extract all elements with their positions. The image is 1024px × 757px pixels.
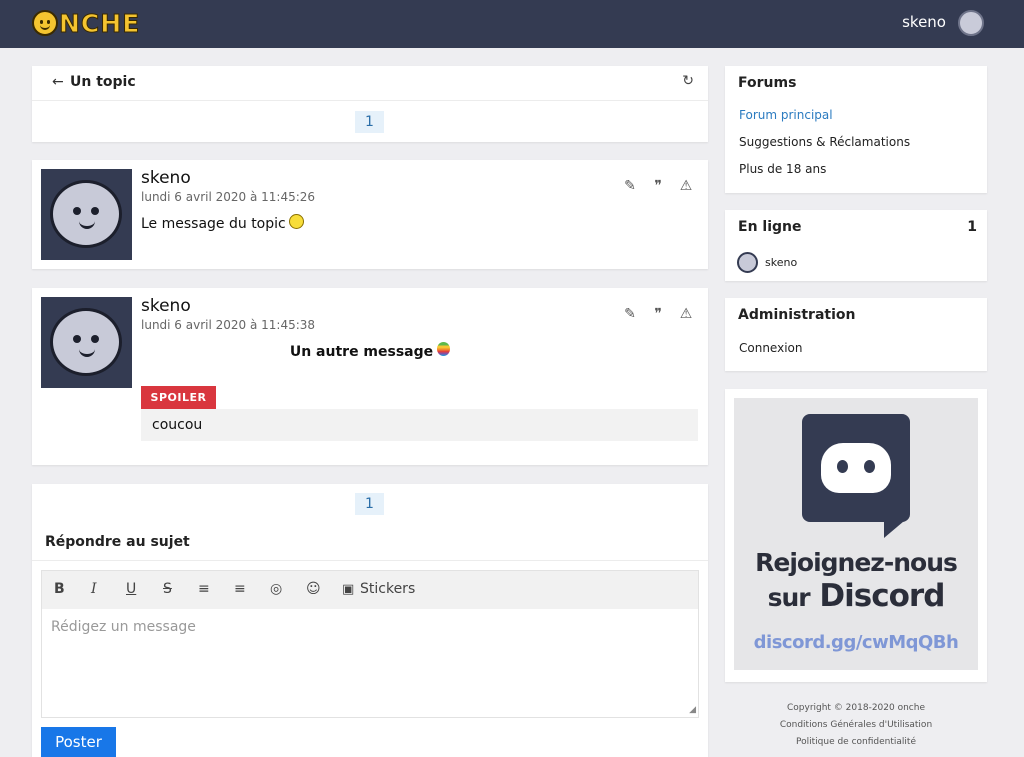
online-user-avatar-icon[interactable] [737, 252, 758, 273]
post-message-text: Un autre message [289, 344, 434, 360]
post-message: Le message du topic [141, 214, 304, 232]
underline-icon[interactable]: U [126, 581, 136, 597]
message-placeholder: Rédigez un message [51, 619, 196, 635]
refresh-icon[interactable]: ↻ [682, 73, 694, 89]
forum-link-principal[interactable]: Forum principal [739, 108, 833, 122]
discord-logo-tail [884, 516, 910, 538]
online-count: 1 [967, 219, 977, 235]
discord-banner-brand: Discord [819, 578, 945, 614]
apple-sticker-icon [437, 342, 451, 356]
post-message-text: Le message du topic [141, 216, 286, 232]
topic-header: ← Un topic ↻ 1 [32, 66, 708, 142]
pagination-page-1[interactable]: 1 [355, 111, 384, 133]
discord-banner-line2: sur Discord [734, 578, 978, 614]
discord-banner-card: Rejoignez-nous sur Discord discord.gg/cw… [725, 389, 987, 682]
emoji-icon[interactable]: ☺ [306, 581, 321, 597]
align-right-icon[interactable]: ≡ [234, 581, 246, 597]
post-avatar[interactable] [41, 169, 132, 260]
report-icon[interactable]: ⚠ [678, 178, 694, 194]
spoiler-hide-icon[interactable]: ◎ [270, 581, 282, 597]
footer-privacy-link[interactable]: Politique de confidentialité [725, 734, 987, 751]
user-avatar-icon[interactable] [958, 10, 984, 36]
editor-toolbar: B I U S ≡ ≡ ◎ ☺ ▣ Stickers [42, 571, 698, 609]
login-link[interactable]: Connexion [739, 341, 803, 355]
post-actions: ✎ ❞ ⚠ [622, 306, 694, 322]
avatar-face-icon [50, 180, 122, 248]
stickers-button[interactable]: Stickers [360, 581, 415, 597]
divider [32, 560, 708, 561]
post-author[interactable]: skeno [141, 296, 191, 316]
forum-link-suggestions[interactable]: Suggestions & Réclamations [739, 135, 910, 149]
report-icon[interactable]: ⚠ [678, 306, 694, 322]
top-bar: NCHE skeno [0, 0, 1024, 48]
footer-terms-link[interactable]: Conditions Générales d'Utilisation [725, 717, 987, 734]
spoiler-content[interactable]: coucou [141, 409, 698, 441]
discord-logo-icon [802, 414, 910, 522]
pagination-page-1[interactable]: 1 [355, 493, 384, 515]
online-panel: En ligne 1 skeno [725, 210, 987, 281]
forum-link-18-plus[interactable]: Plus de 18 ans [739, 162, 826, 176]
italic-icon[interactable]: I [91, 581, 97, 597]
edit-icon[interactable]: ✎ [622, 306, 638, 322]
current-username[interactable]: skeno [902, 13, 946, 31]
message-textarea[interactable]: Rédigez un message ◢ [42, 609, 698, 717]
logo-text: NCHE [58, 8, 141, 38]
logo-smiley-icon [32, 10, 58, 36]
online-user-name[interactable]: skeno [765, 256, 797, 269]
bold-icon[interactable]: B [54, 581, 65, 597]
discord-banner-prefix: sur [767, 583, 811, 612]
smiley-emoji-icon [288, 214, 304, 229]
resize-handle-icon[interactable]: ◢ [689, 705, 696, 715]
strikethrough-icon[interactable]: S [163, 581, 172, 597]
spoiler-label[interactable]: SPOILER [141, 386, 216, 409]
post-button[interactable]: Poster [41, 727, 116, 757]
discord-banner-line1: Rejoignez-nous [755, 548, 958, 577]
topic-title-row: ← Un topic ↻ [32, 66, 708, 101]
post-message: Un autre message [32, 342, 708, 360]
footer: Copyright © 2018-2020 onche Conditions G… [725, 700, 987, 751]
reply-panel: 1 Répondre au sujet B I U S ≡ ≡ ◎ ☺ ▣ St… [32, 484, 708, 757]
quote-icon[interactable]: ❞ [650, 178, 666, 194]
footer-copyright: Copyright © 2018-2020 onche [786, 703, 925, 713]
admin-title: Administration [738, 307, 856, 323]
align-center-icon[interactable]: ≡ [198, 581, 210, 597]
reply-title: Répondre au sujet [45, 534, 190, 550]
post-date: lundi 6 avril 2020 à 11:45:26 [141, 190, 316, 204]
edit-icon[interactable]: ✎ [622, 178, 638, 194]
quote-icon[interactable]: ❞ [650, 306, 666, 322]
message-editor: B I U S ≡ ≡ ◎ ☺ ▣ Stickers Rédigez un me… [41, 570, 699, 718]
discord-invite-link[interactable]: discord.gg/cwMqQBh [734, 632, 978, 653]
forums-panel: Forums Forum principal Suggestions & Réc… [725, 66, 987, 193]
onche-logo[interactable]: NCHE [32, 8, 141, 38]
online-title: En ligne [738, 219, 802, 235]
discord-banner[interactable]: Rejoignez-nous sur Discord discord.gg/cw… [734, 398, 978, 670]
post: skeno lundi 6 avril 2020 à 11:45:26 ✎ ❞ … [32, 160, 708, 269]
post-date: lundi 6 avril 2020 à 11:45:38 [141, 318, 316, 332]
admin-panel: Administration Connexion [725, 298, 987, 371]
topic-title[interactable]: Un topic [70, 74, 136, 90]
forums-title: Forums [738, 75, 797, 91]
arrow-left-icon[interactable]: ← [52, 74, 64, 90]
post-actions: ✎ ❞ ⚠ [622, 178, 694, 194]
post-author[interactable]: skeno [141, 168, 191, 188]
post: skeno lundi 6 avril 2020 à 11:45:38 ✎ ❞ … [32, 288, 708, 465]
sticker-icon[interactable]: ▣ [342, 582, 354, 597]
